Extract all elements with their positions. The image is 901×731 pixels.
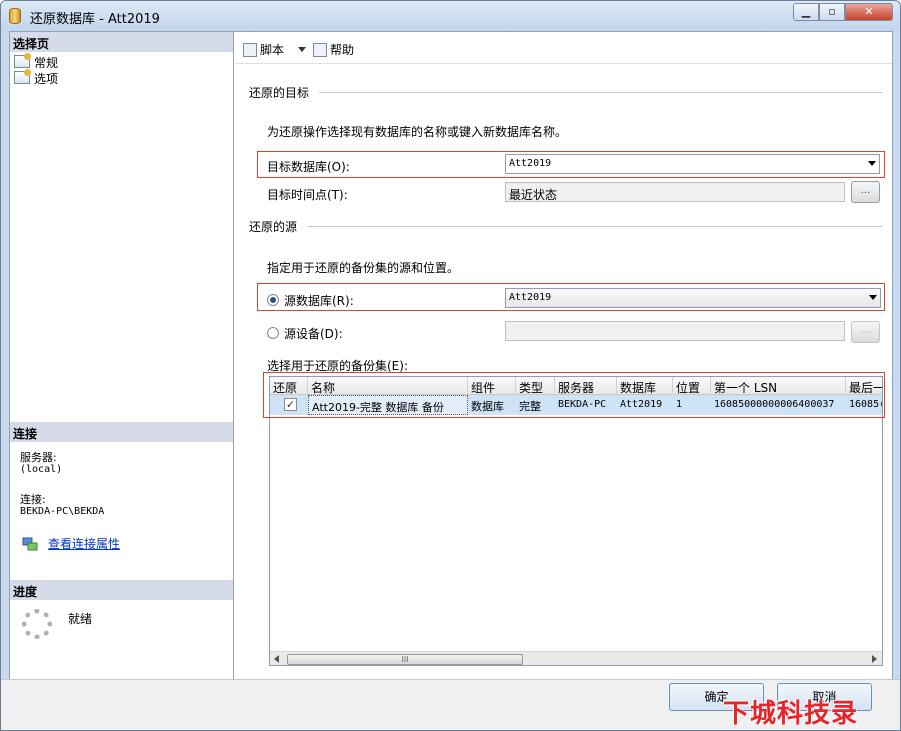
server-label: 服务器:: [20, 451, 57, 464]
target-db-label: 目标数据库(O):: [267, 160, 350, 174]
help-button[interactable]: 帮助: [313, 41, 354, 58]
help-icon: [313, 43, 327, 57]
backup-sets-grid: 还原 名称 组件 类型 服务器 数据库 位置 第一个 LSN 最后一 ✓ Att…: [269, 376, 883, 666]
connection-properties-icon: [22, 537, 38, 551]
help-label: 帮助: [330, 43, 355, 57]
toolbar: 脚本 帮助: [235, 32, 892, 64]
group-divider: [307, 226, 882, 227]
target-group-title: 还原的目标: [249, 86, 310, 100]
connection-header: 连接: [10, 422, 233, 442]
target-time-value: 最近状态: [509, 188, 558, 202]
dialog-body: 选择页 常规 选项 连接 服务器: (local) 连接: BEKDA-PC\B…: [9, 31, 893, 711]
source-instruction: 指定用于还原的备份集的源和位置。: [267, 261, 460, 275]
source-device-radio[interactable]: [267, 327, 279, 339]
scroll-left-icon[interactable]: [274, 655, 279, 663]
watermark: 下城科技录: [723, 699, 859, 729]
view-connection-properties-link[interactable]: 查看连接属性: [48, 535, 120, 552]
page-item-general[interactable]: 常规: [14, 53, 59, 70]
maximize-button[interactable]: ▫: [819, 3, 845, 21]
source-db-select[interactable]: Att2019: [505, 288, 881, 308]
script-button[interactable]: 脚本: [243, 41, 306, 58]
source-device-field: [505, 321, 845, 341]
connection-label: 连接:: [20, 493, 46, 506]
backup-sets-highlight: [263, 372, 885, 418]
target-db-select[interactable]: Att2019: [505, 154, 880, 174]
restore-database-window: 还原数据库 - Att2019 ▁ ▫ ✕ 选择页 常规 选项 连接 服务器: …: [0, 0, 901, 731]
chevron-down-icon[interactable]: [297, 47, 306, 52]
horizontal-scrollbar[interactable]: III: [270, 651, 882, 665]
target-instruction: 为还原操作选择现有数据库的名称或键入新数据库名称。: [267, 125, 568, 139]
page-item-options[interactable]: 选项: [14, 69, 59, 86]
page-item-label: 常规: [34, 56, 59, 70]
page-icon: [14, 69, 31, 84]
database-icon: [9, 8, 21, 24]
server-value: (local): [20, 464, 63, 475]
title-bar: 还原数据库 - Att2019 ▁ ▫ ✕: [1, 1, 900, 31]
source-db-radio[interactable]: [267, 294, 279, 306]
source-db-value: Att2019: [509, 292, 552, 303]
source-group-title: 还原的源: [249, 220, 298, 234]
page-icon: [14, 53, 31, 68]
source-device-label: 源设备(D):: [284, 327, 343, 341]
source-device-browse-button: ...: [851, 321, 880, 343]
right-pane: 脚本 帮助 还原的目标 为还原操作选择现有数据库的名称或键入新数据库名称。 目标…: [235, 32, 892, 710]
select-page-header: 选择页: [10, 32, 233, 52]
script-label: 脚本: [260, 43, 285, 57]
target-time-browse-button[interactable]: ...: [851, 181, 880, 203]
script-icon: [243, 43, 257, 57]
close-button[interactable]: ✕: [845, 3, 893, 21]
progress-status: 就绪: [68, 612, 93, 626]
target-db-value: Att2019: [509, 158, 552, 169]
window-title: 还原数据库 - Att2019: [30, 12, 160, 27]
page-item-label: 选项: [34, 72, 59, 86]
chevron-down-icon: [869, 295, 877, 300]
left-pane: 选择页 常规 选项 连接 服务器: (local) 连接: BEKDA-PC\B…: [10, 32, 234, 710]
connection-value: BEKDA-PC\BEKDA: [20, 506, 105, 517]
group-divider: [319, 92, 882, 93]
minimize-button[interactable]: ▁: [793, 3, 819, 21]
progress-header: 进度: [10, 580, 233, 600]
target-time-label: 目标时间点(T):: [267, 188, 348, 202]
scroll-right-icon[interactable]: [872, 655, 877, 663]
source-db-label: 源数据库(R):: [284, 294, 354, 308]
target-time-field: 最近状态: [505, 182, 845, 202]
scroll-thumb[interactable]: III: [287, 654, 523, 665]
progress-spinner-icon: [22, 609, 52, 639]
chevron-down-icon: [868, 161, 876, 166]
